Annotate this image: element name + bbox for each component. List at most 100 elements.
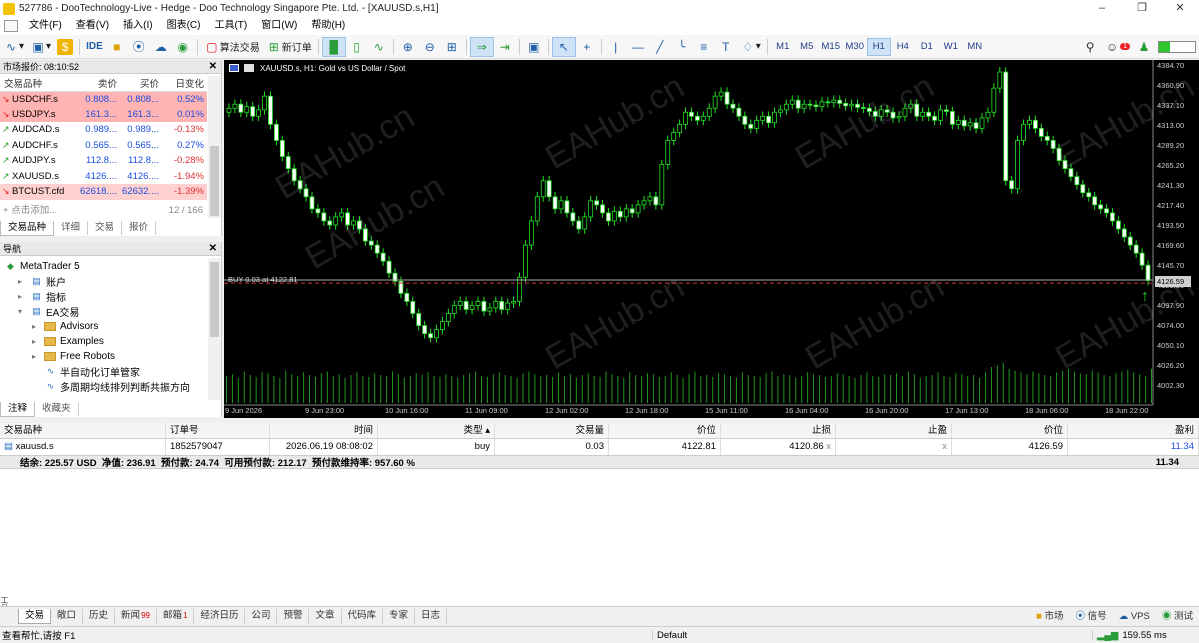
channel-button[interactable]: ╰ [671,37,693,57]
shapes-button[interactable]: ♢ ▾ [737,37,764,57]
navigator-scrollbar[interactable] [208,258,221,400]
close-button[interactable]: ✕ [1163,0,1197,17]
tf-m5[interactable]: M5 [795,38,819,56]
tf-w1[interactable]: W1 [939,38,963,56]
close-icon[interactable]: ✕ [209,60,217,74]
deposit-button[interactable]: $ [54,37,76,57]
scrollbar-thumb[interactable] [210,146,219,216]
fibo-button[interactable]: ≡ [693,37,715,57]
toolbox-tab[interactable]: 邮箱1 [157,609,195,624]
nav-item[interactable]: ◆ MetaTrader 5 [4,259,80,274]
col-type[interactable]: 类型 ▴ [378,423,495,438]
status-vps[interactable]: ☁ VPS [1113,610,1156,624]
market-watch-scrollbar[interactable] [208,76,221,218]
toolbox-tab[interactable]: 经济日历 [194,609,246,624]
col-sl[interactable]: 止损 [721,423,836,438]
add-symbol-row[interactable]: + 点击添加... 12 / 166 [0,203,207,218]
hline-button[interactable]: — [627,37,649,57]
tf-h1[interactable]: H1 [866,37,891,56]
chart-canvas[interactable]: EAHub.cn EAHub.cn EAHub.cn EAHub.cnEAHub.cn… [224,60,1199,418]
menu-window[interactable]: 窗口(W) [254,17,304,35]
status-signals[interactable]: ⦿ 信号 [1070,610,1113,624]
chevron-icon[interactable]: ▸ [18,277,30,286]
nav-item[interactable]: ▾ ▤ EA交易 [18,304,79,319]
trade-label[interactable]: BUY 0.03 at 4122.81 [228,275,298,284]
nav-item[interactable]: ∿ 半自动化订单管家 [32,364,140,379]
chevron-right-icon[interactable]: ▸ [32,337,44,346]
menu-icon[interactable] [244,64,254,72]
price-chart[interactable]: EAHub.cn EAHub.cn EAHub.cn EAHub.cn EAHub.cn… [224,60,1199,418]
toolbox-tab[interactable]: 日志 [415,609,448,624]
tf-m15[interactable]: M15 [819,38,843,56]
close-icon[interactable]: ✕ [209,242,217,256]
symbol-row[interactable]: ↗ XAUUSD.s 4126.... 4126.... -1.94% [0,168,207,184]
autoscroll-button[interactable]: ⇒ [469,36,494,57]
minimize-button[interactable]: – [1085,0,1119,17]
toolbox-tab[interactable]: 历史 [83,609,116,624]
col-change[interactable]: 日变化 [162,76,207,92]
col-ticket[interactable]: 订单号 [166,423,270,438]
tab-favorites[interactable]: 收藏夹 [35,402,79,416]
chart-type-button[interactable]: ∿ ▾ [0,37,27,57]
col-volume[interactable]: 交易量 [495,423,609,438]
notifications-button[interactable]: ☺ 1 [1101,37,1133,57]
col-profit[interactable]: 盈利 [1068,423,1199,438]
toolbox-tab[interactable]: 代码库 [342,609,384,624]
tab-common[interactable]: 注释 [0,401,36,417]
cursor-button[interactable]: ↖ [551,36,576,57]
new-chart-button[interactable]: ▣ ▾ [27,37,54,57]
chevron-right-icon[interactable]: ▸ [32,352,44,361]
symbol-row[interactable]: ↘ USDJPY.s 161.3... 161.3... 0.01% [0,106,207,122]
lock-button[interactable]: ■ [106,37,128,57]
restore-button[interactable]: ❐ [1125,0,1159,17]
chart-menu-icon[interactable] [4,20,18,32]
toolbox-tab[interactable]: 敞口 [51,609,84,624]
menu-help[interactable]: 帮助(H) [304,17,352,35]
ide-button[interactable]: IDE [83,37,106,57]
trendline-button[interactable]: ╱ [649,37,671,57]
tf-m1[interactable]: M1 [771,38,795,56]
toolbox-tab[interactable]: 专家 [383,609,416,624]
new-order-button[interactable]: ⊞ 新订单 [263,37,315,57]
trade-sl[interactable]: 4120.86 x [721,439,836,455]
vline-button[interactable]: | [605,37,627,57]
col-symbol[interactable]: 交易品种 [0,423,166,438]
toolbox-tab[interactable]: 公司 [245,609,278,624]
tf-m30[interactable]: M30 [843,38,867,56]
remove-sl-icon[interactable]: x [826,441,831,452]
signals-button[interactable]: ⦿ [128,37,150,57]
trade-tp[interactable]: x [836,439,952,455]
market-button[interactable]: ◉ [172,37,194,57]
col-price[interactable]: 价位 [609,423,721,438]
algo-trading-button[interactable]: ▢ 算法交易 [201,37,263,57]
status-market[interactable]: ■ 市场 [1030,610,1069,624]
tf-d1[interactable]: D1 [915,38,939,56]
chevron-right-icon[interactable]: ▸ [32,322,44,331]
remove-tp-icon[interactable]: x [942,441,947,452]
nav-item[interactable]: ▸ Free Robots [32,349,115,364]
menu-view[interactable]: 查看(V) [69,17,116,35]
profile-name[interactable]: Default [652,629,1092,641]
col-ask[interactable]: 买价 [120,76,162,92]
col-current-price[interactable]: 价位 [952,423,1068,438]
scrollbar-thumb[interactable] [210,262,219,337]
menu-charts[interactable]: 图表(C) [160,17,208,35]
toolbox-tab[interactable]: 新闻99 [115,609,157,624]
chart-shift-button[interactable]: ⇥ [494,37,516,57]
tf-h4[interactable]: H4 [891,38,915,56]
bar-chart-button[interactable]: █ [321,36,346,57]
tile-button[interactable]: ⊞ [441,37,463,57]
line-chart-button[interactable]: ∿ [368,37,390,57]
symbol-row[interactable]: ↘ BTCUST.cfd 62618.... 62632.... -1.39% [0,184,207,200]
nav-item[interactable]: ▸ ▤ 指标 [18,289,66,304]
nav-item[interactable]: ▸ ▤ 账户 [18,274,66,289]
symbol-row[interactable]: ↗ AUDCHF.s 0.565... 0.565... 0.27% [0,137,207,153]
tab-ticks[interactable]: 报价 [122,221,157,235]
crosshair-button[interactable]: + [576,37,598,57]
menu-insert[interactable]: 插入(I) [116,17,159,35]
symbol-row[interactable]: ↗ AUDJPY.s 112.8... 112.8... -0.28% [0,153,207,169]
tf-mn[interactable]: MN [963,38,987,56]
toolbox-tab[interactable]: 交易 [18,609,52,624]
col-time[interactable]: 时间 [270,423,378,438]
symbol-row[interactable]: ↗ AUDCAD.s 0.989... 0.989... -0.13% [0,122,207,138]
